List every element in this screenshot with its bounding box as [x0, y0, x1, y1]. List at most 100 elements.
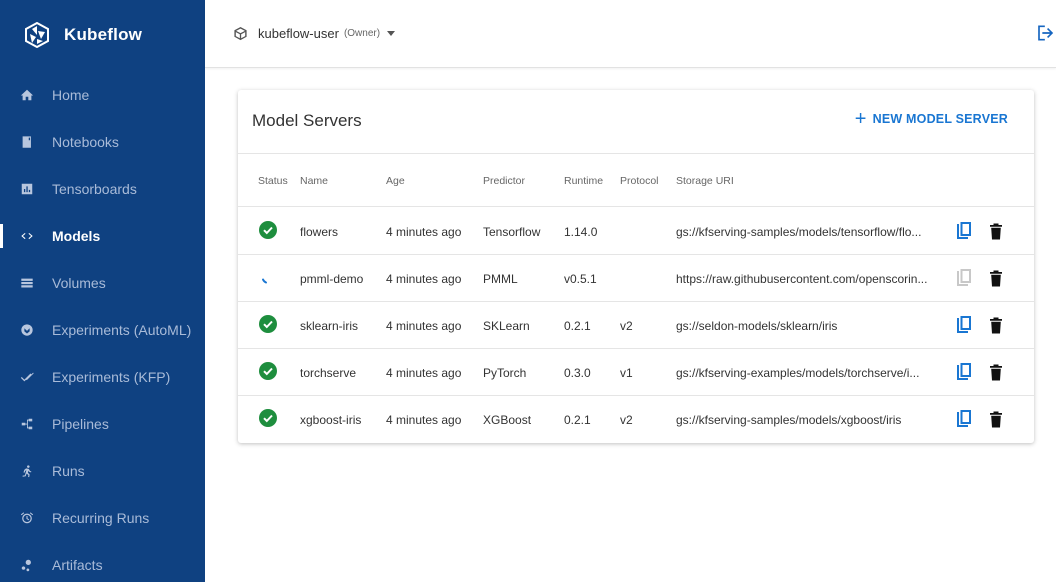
sidebar-item-label: Pipelines — [52, 416, 109, 432]
sidebar-item-volumes[interactable]: Volumes — [0, 263, 205, 303]
done-all-icon — [0, 370, 52, 384]
cell-name[interactable]: pmml-demo — [300, 272, 363, 286]
sidebar-item-models[interactable]: Models — [0, 216, 205, 256]
chevron-down-icon — [387, 31, 396, 36]
check-circle-icon — [259, 362, 277, 380]
storage-icon — [0, 276, 52, 290]
sidebar-item-runs[interactable]: Runs — [0, 451, 205, 491]
runner-icon — [0, 464, 52, 478]
brand-name: Kubeflow — [64, 25, 143, 44]
table-row[interactable]: xgboost-iris 4 minutes ago XGBoost 0.2.1 v2 g… — [238, 396, 1034, 443]
sidebar-item-experiments-kfp[interactable]: Experiments (KFP) — [0, 357, 205, 397]
column-header-predictor[interactable]: Predictor — [483, 175, 525, 187]
delete-icon[interactable] — [989, 409, 1003, 429]
chart-icon — [0, 182, 52, 196]
sidebar-item-experiments-automl[interactable]: Experiments (AutoML) — [0, 310, 205, 350]
cell-uri: https://raw.githubusercontent.com/opensc… — [676, 272, 928, 286]
table-row[interactable]: pmml-demo 4 minutes ago PMML v0.5.1 https://… — [238, 255, 1034, 302]
alarm-icon — [0, 511, 52, 525]
cell-uri: gs://kfserving-samples/models/tensorflow… — [676, 225, 922, 239]
column-header-age[interactable]: Age — [386, 175, 405, 187]
namespace-role: (Owner) — [343, 28, 381, 39]
page-title: Model Servers — [252, 111, 362, 130]
sidebar-item-home[interactable]: Home — [0, 75, 205, 115]
sidebar-item-tensorboards[interactable]: Tensorboards — [0, 169, 205, 209]
table-row[interactable]: sklearn-iris 4 minutes ago SKLearn 0.2.1 v2 g… — [238, 302, 1034, 349]
model-servers-card: Model Servers + NEW MODEL SERVER Status … — [238, 90, 1034, 443]
new-model-server-label: NEW MODEL SERVER — [872, 112, 1008, 126]
cell-runtime: v0.5.1 — [564, 272, 597, 286]
cell-predictor: SKLearn — [483, 319, 530, 333]
cell-runtime: 0.2.1 — [564, 319, 591, 333]
cell-runtime: 0.3.0 — [564, 366, 591, 380]
cell-name[interactable]: sklearn-iris — [300, 319, 358, 333]
column-header-storage-uri[interactable]: Storage URI — [676, 175, 734, 187]
bubbles-icon — [0, 558, 52, 572]
sidebar-item-label: Volumes — [52, 275, 106, 291]
namespace-cube-icon — [234, 26, 247, 41]
delete-icon[interactable] — [989, 315, 1003, 335]
cell-predictor: PMML — [483, 272, 518, 286]
cell-protocol: v2 — [620, 319, 633, 333]
top-bar: kubeflow-user (Owner) — [205, 0, 1056, 68]
sidebar-item-artifacts[interactable]: Artifacts — [0, 545, 205, 585]
sidebar-item-label: Experiments (KFP) — [52, 369, 171, 385]
cell-protocol: v1 — [620, 366, 633, 380]
column-header-runtime[interactable]: Runtime — [564, 175, 603, 187]
cell-age: 4 minutes ago — [386, 272, 462, 286]
table-row[interactable]: torchserve 4 minutes ago PyTorch 0.3.0 v1 gs:… — [238, 349, 1034, 396]
delete-icon[interactable] — [989, 362, 1003, 382]
delete-icon[interactable] — [989, 221, 1003, 241]
namespace-selector[interactable]: kubeflow-user (Owner) — [233, 26, 396, 41]
cell-age: 4 minutes ago — [386, 366, 462, 380]
home-icon — [0, 88, 52, 102]
cell-runtime: 0.2.1 — [564, 413, 591, 427]
sidebar-item-pipelines[interactable]: Pipelines — [0, 404, 205, 444]
check-circle-icon — [259, 409, 277, 427]
code-arrows-icon — [0, 229, 52, 243]
cell-runtime: 1.14.0 — [564, 225, 598, 239]
column-header-protocol[interactable]: Protocol — [620, 175, 659, 187]
cell-uri: gs://kfserving-examples/models/torchserv… — [676, 366, 920, 380]
cell-predictor: Tensorflow — [483, 225, 541, 239]
copy-icon[interactable] — [955, 268, 973, 288]
cell-name[interactable]: xgboost-iris — [300, 413, 361, 427]
delete-icon[interactable] — [989, 268, 1003, 288]
cell-name[interactable]: flowers — [300, 225, 338, 239]
sidebar-item-label: Runs — [52, 463, 85, 479]
cell-protocol: v2 — [620, 413, 633, 427]
copy-icon[interactable] — [955, 221, 973, 241]
logout-button[interactable] — [1034, 23, 1054, 43]
sidebar-item-label: Tensorboards — [52, 181, 137, 197]
copy-icon[interactable] — [955, 362, 973, 382]
sidebar-item-label: Models — [52, 228, 101, 244]
sidebar-item-label: Recurring Runs — [52, 510, 150, 526]
loading-spinner-icon — [262, 278, 267, 284]
sidebar-item-label: Notebooks — [52, 134, 119, 150]
sidebar-item-notebooks[interactable]: Notebooks — [0, 122, 205, 162]
brand[interactable]: Kubeflow — [0, 0, 205, 70]
notebook-icon — [0, 135, 52, 149]
namespace-name: kubeflow-user — [258, 26, 339, 41]
column-header-name[interactable]: Name — [300, 175, 328, 187]
copy-icon[interactable] — [955, 409, 973, 429]
column-header-status[interactable]: Status — [258, 175, 288, 187]
cell-age: 4 minutes ago — [386, 413, 462, 427]
table-header: Status Name Age Predictor Runtime Protoc… — [238, 153, 1034, 207]
cell-name[interactable]: torchserve — [300, 366, 356, 380]
new-model-server-button[interactable]: + NEW MODEL SERVER — [854, 108, 1008, 130]
pipeline-icon — [0, 417, 52, 431]
cell-uri: gs://kfserving-samples/models/xgboost/ir… — [676, 413, 902, 427]
sidebar-item-label: Experiments (AutoML) — [52, 322, 192, 338]
sidebar-item-label: Artifacts — [52, 557, 103, 573]
cell-predictor: PyTorch — [483, 366, 527, 380]
plus-icon: + — [854, 108, 867, 130]
table-row[interactable]: flowers 4 minutes ago Tensorflow 1.14.0 gs:/… — [238, 208, 1034, 255]
kubeflow-logo-icon — [25, 22, 49, 48]
copy-icon[interactable] — [955, 315, 973, 335]
cell-age: 4 minutes ago — [386, 225, 462, 239]
sidebar-item-recurring-runs[interactable]: Recurring Runs — [0, 498, 205, 538]
cell-age: 4 minutes ago — [386, 319, 462, 333]
logout-icon — [1038, 25, 1054, 41]
check-circle-icon — [259, 221, 277, 239]
